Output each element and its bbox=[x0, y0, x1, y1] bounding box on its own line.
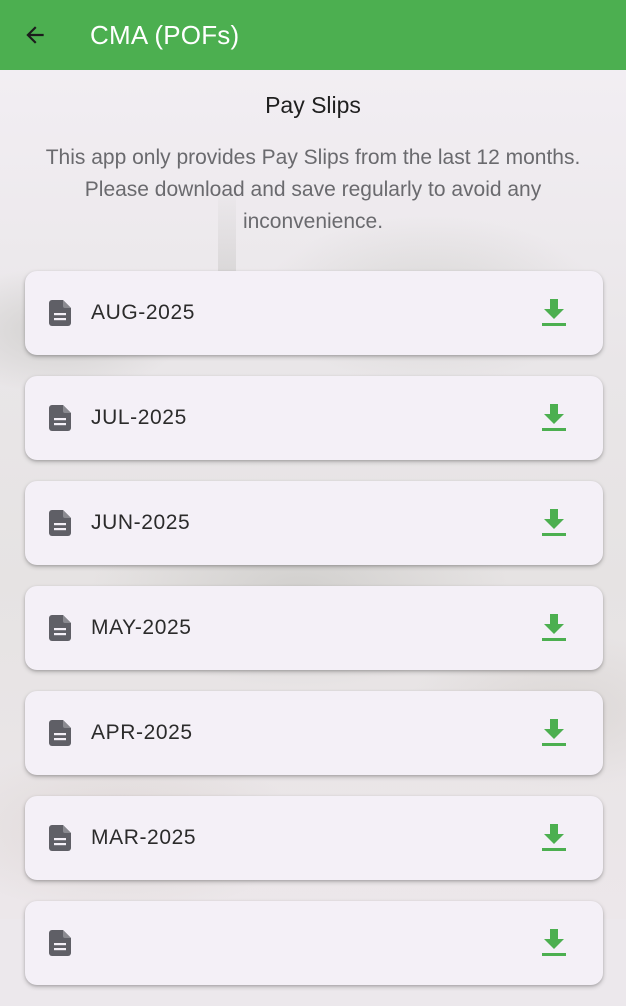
download-button[interactable] bbox=[530, 919, 578, 967]
app-title: CMA (POFs) bbox=[90, 19, 240, 50]
document-icon bbox=[49, 930, 71, 956]
document-icon bbox=[49, 825, 71, 851]
page-title: Pay Slips bbox=[265, 92, 361, 118]
document-icon bbox=[49, 405, 71, 431]
pay-slip-month: MAR-2025 bbox=[91, 826, 197, 849]
download-button[interactable] bbox=[530, 499, 578, 547]
download-button[interactable] bbox=[530, 709, 578, 757]
download-icon bbox=[542, 614, 566, 641]
download-icon bbox=[542, 719, 566, 746]
download-icon bbox=[542, 509, 566, 536]
pay-slip-card[interactable]: MAR-2025 bbox=[25, 796, 603, 880]
document-icon bbox=[49, 510, 71, 536]
download-button[interactable] bbox=[530, 814, 578, 862]
pay-slip-card[interactable] bbox=[25, 901, 603, 985]
pay-slip-list: AUG-2025 JUL-2025 JUN-2025 MAY-2025 APR-… bbox=[25, 271, 603, 1006]
pay-slip-month: MAY-2025 bbox=[91, 616, 192, 639]
document-icon bbox=[49, 720, 71, 746]
pay-slip-card[interactable]: JUN-2025 bbox=[25, 481, 603, 565]
download-icon bbox=[542, 929, 566, 956]
back-button[interactable] bbox=[0, 0, 70, 70]
pay-slip-month: JUL-2025 bbox=[91, 406, 187, 429]
download-button[interactable] bbox=[530, 289, 578, 337]
pay-slip-card[interactable]: JUL-2025 bbox=[25, 376, 603, 460]
app-bar: CMA (POFs) bbox=[0, 0, 626, 70]
download-button[interactable] bbox=[530, 394, 578, 442]
pay-slip-card[interactable]: APR-2025 bbox=[25, 691, 603, 775]
download-icon bbox=[542, 824, 566, 851]
download-icon bbox=[542, 299, 566, 326]
pay-slip-month: JUN-2025 bbox=[91, 511, 191, 534]
document-icon bbox=[49, 615, 71, 641]
arrow-back-icon bbox=[26, 26, 44, 44]
retention-notice: This app only provides Pay Slips from th… bbox=[45, 146, 581, 233]
download-button[interactable] bbox=[530, 604, 578, 652]
pay-slip-month: APR-2025 bbox=[91, 721, 193, 744]
pay-slip-month: AUG-2025 bbox=[91, 301, 196, 324]
pay-slip-card[interactable]: MAY-2025 bbox=[25, 586, 603, 670]
pay-slip-card[interactable]: AUG-2025 bbox=[25, 271, 603, 355]
download-icon bbox=[542, 404, 566, 431]
document-icon bbox=[49, 300, 71, 326]
